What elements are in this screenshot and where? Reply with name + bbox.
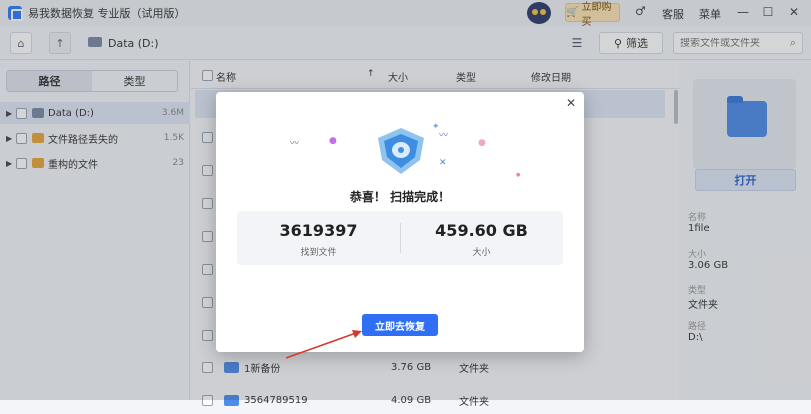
scan-stats: 3619397 找到文件 459.60 GB 大小 — [237, 211, 563, 265]
recover-now-button[interactable]: 立即去恢复 — [362, 314, 438, 336]
scan-complete-dialog: ✕ 〰 ● ✦ 〰 ✕ ● ● 恭喜！ 扫描完成！ 3619397 找到文件 4… — [216, 92, 584, 352]
total-size-label: 大小 — [472, 248, 491, 258]
confetti-icon: 〰 — [439, 131, 449, 141]
files-found-label: 找到文件 — [300, 248, 337, 258]
total-size-value: 459.60 GB — [435, 221, 528, 240]
confetti-icon: ✕ — [439, 158, 447, 168]
trophy-shield-icon — [378, 128, 424, 174]
congrats-title: 恭喜！ 扫描完成！ — [349, 190, 451, 204]
confetti-icon: ● — [329, 136, 337, 146]
confetti-icon: 〰 — [290, 139, 300, 149]
close-dialog-icon[interactable]: ✕ — [564, 96, 578, 110]
files-found-value: 3619397 — [279, 221, 358, 240]
confetti-icon: ● — [478, 138, 486, 148]
confetti-icon: ● — [516, 172, 521, 178]
